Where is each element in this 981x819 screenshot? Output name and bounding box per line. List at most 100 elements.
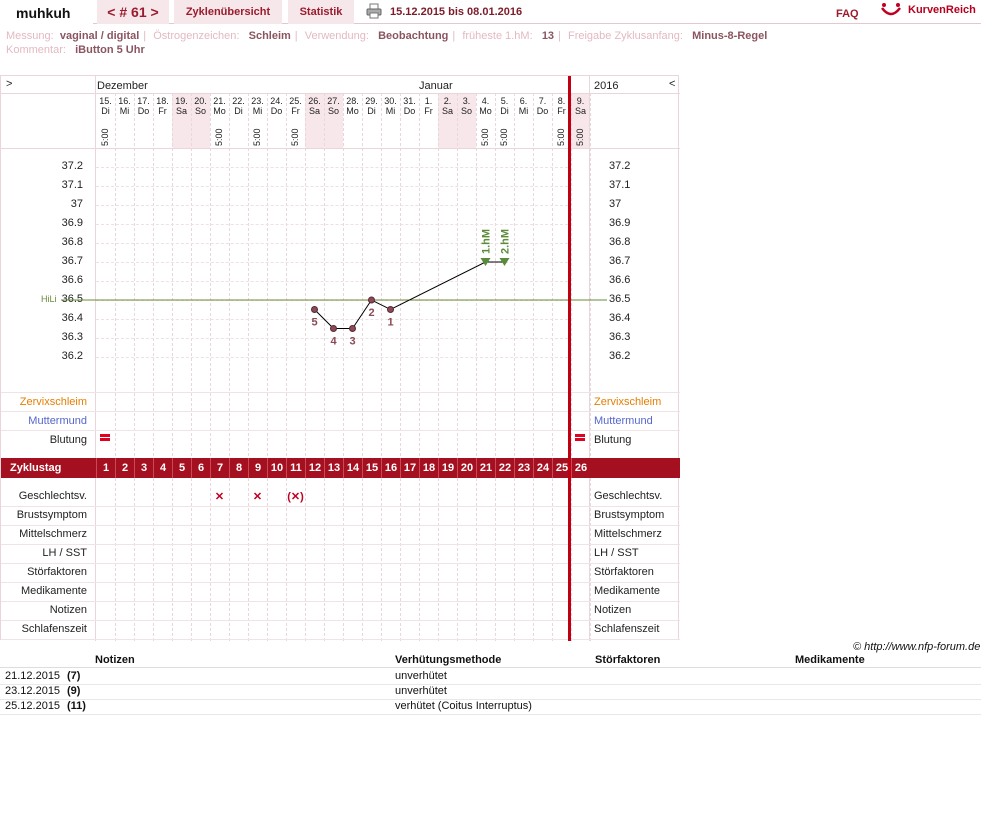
row-label-right[interactable]: Notizen xyxy=(594,604,631,616)
cycle-day-number[interactable]: 11 xyxy=(286,458,305,478)
cycle-day-number[interactable]: 17 xyxy=(400,458,419,478)
row-divider xyxy=(1,430,680,431)
notes-cell-method: unverhütet xyxy=(395,670,447,682)
temp-point-label: 1 xyxy=(387,317,393,329)
meta-key-freigabe: Freigabe Zyklusanfang: xyxy=(567,30,683,42)
row-label-left[interactable]: Muttermund xyxy=(1,415,87,427)
notes-cell-method: verhütet (Coitus Interruptus) xyxy=(395,700,532,712)
cycle-day-number[interactable]: 10 xyxy=(267,458,286,478)
temp-point xyxy=(368,296,375,304)
intercourse-marker[interactable]: ✕ xyxy=(248,490,267,503)
cycle-day-number[interactable]: 16 xyxy=(381,458,400,478)
date-range: 15.12.2015 bis 08.01.2016 xyxy=(390,6,523,18)
cycle-day-number[interactable]: 2 xyxy=(115,458,134,478)
row-divider xyxy=(1,525,680,526)
notes-row-divider xyxy=(0,684,981,685)
cycle-day-number[interactable]: 5 xyxy=(172,458,191,478)
cycle-day-number[interactable]: 26 xyxy=(571,458,590,478)
meta-line-1: Messung: vaginal / digital | Östrogenzeic… xyxy=(6,30,768,42)
copyright[interactable]: © http://www.nfp-forum.de xyxy=(853,641,980,653)
cycle-day-number[interactable]: 13 xyxy=(324,458,343,478)
row-divider xyxy=(1,563,680,564)
cycle-day-number[interactable]: 9 xyxy=(248,458,267,478)
row-label-left[interactable]: Medikamente xyxy=(1,585,87,597)
row-label-right[interactable]: LH / SST xyxy=(594,547,639,559)
temp-line xyxy=(314,261,505,329)
meta-value-verwendung: Beobachtung xyxy=(378,30,449,42)
notes-cell-date: 23.12.2015 xyxy=(5,685,61,697)
row-label-right[interactable]: Störfaktoren xyxy=(594,566,654,578)
logo-text: KurvenReich xyxy=(908,4,976,16)
cycle-day-number[interactable]: 21 xyxy=(476,458,495,478)
cycle-day-number[interactable]: 12 xyxy=(305,458,324,478)
faq-link[interactable]: FAQ xyxy=(836,8,859,20)
header-stoerfaktoren: Störfaktoren xyxy=(595,654,661,666)
meta-value-freigabe: Minus-8-Regel xyxy=(692,30,768,42)
cycle-nav-button[interactable]: < # 61 > xyxy=(97,0,169,24)
row-label-left[interactable]: Mittelschmerz xyxy=(1,528,87,540)
cycle-day-number[interactable]: 6 xyxy=(191,458,210,478)
temp-point xyxy=(311,306,318,313)
meta-key-messung: Messung: xyxy=(6,30,54,42)
peak-label: 2.hM xyxy=(500,229,512,254)
temp-point-label: 3 xyxy=(349,336,355,348)
notes-cell-date: 21.12.2015 xyxy=(5,670,61,682)
peak-label: 1.hM xyxy=(481,229,493,254)
meta-value-oestro: Schleim xyxy=(248,30,291,42)
row-label-right[interactable]: Brustsymptom xyxy=(594,509,664,521)
row-label-right[interactable]: Blutung xyxy=(594,434,631,446)
row-divider xyxy=(1,544,680,545)
logo[interactable]: KurvenReich xyxy=(880,2,980,20)
meta-key-kommentar: Kommentar: xyxy=(6,44,66,56)
cycle-day-number[interactable]: 18 xyxy=(419,458,438,478)
intercourse-marker[interactable]: (✕) xyxy=(286,490,305,503)
cycle-day-number[interactable]: 23 xyxy=(514,458,533,478)
meta-key-hm: früheste 1.hM: xyxy=(462,30,533,42)
tab-cycle-overview[interactable]: Zyklenübersicht xyxy=(174,0,282,24)
meta-value-messung: vaginal / digital xyxy=(59,30,140,42)
row-label-right[interactable]: Schlafenszeit xyxy=(594,623,659,635)
cycle-day-number[interactable]: 20 xyxy=(457,458,476,478)
row-label-right[interactable]: Mittelschmerz xyxy=(594,528,662,540)
cycle-day-number[interactable]: 4 xyxy=(153,458,172,478)
cycle-day-number[interactable]: 7 xyxy=(210,458,229,478)
row-divider xyxy=(1,639,680,640)
bleeding-marker[interactable] xyxy=(575,434,585,441)
cycle-day-number[interactable]: 15 xyxy=(362,458,381,478)
cycle-day-number[interactable]: 24 xyxy=(533,458,552,478)
row-label-right[interactable]: Geschlechtsv. xyxy=(594,490,662,502)
cycle-day-number[interactable]: 8 xyxy=(229,458,248,478)
row-label-left[interactable]: Brustsymptom xyxy=(1,509,87,521)
row-label-right[interactable]: Muttermund xyxy=(594,415,653,427)
cycle-day-number[interactable]: 22 xyxy=(495,458,514,478)
username: muhkuh xyxy=(0,0,93,24)
printer-icon[interactable] xyxy=(366,3,382,19)
today-marker xyxy=(568,76,571,641)
row-label-left[interactable]: Zervixschleim xyxy=(1,396,87,408)
row-label-left[interactable]: Blutung xyxy=(1,434,87,446)
tab-statistics[interactable]: Statistik xyxy=(288,0,354,24)
cycle-day-number[interactable]: 14 xyxy=(343,458,362,478)
cycle-day-label: Zyklustag xyxy=(10,462,62,474)
row-label-left[interactable]: Notizen xyxy=(1,604,87,616)
notes-cell-day: (7) xyxy=(67,670,81,682)
row-label-right[interactable]: Medikamente xyxy=(594,585,660,597)
meta-line-2: Kommentar: iButton 5 Uhr xyxy=(6,44,145,56)
intercourse-marker[interactable]: ✕ xyxy=(210,490,229,503)
row-label-left[interactable]: Geschlechtsv. xyxy=(1,490,87,502)
row-label-left[interactable]: LH / SST xyxy=(1,547,87,559)
notes-cell-method: unverhütet xyxy=(395,685,447,697)
row-divider xyxy=(1,601,680,602)
cycle-day-bar: Zyklustag 1 2 3 4 5 6 7 8 9 10 11 12 13 14 15 16 17 18 19 2… xyxy=(1,458,680,478)
row-divider xyxy=(1,582,680,583)
row-label-left[interactable]: Schlafenszeit xyxy=(1,623,87,635)
row-label-left[interactable]: Störfaktoren xyxy=(1,566,87,578)
top-bar: muhkuh < # 61 > Zyklenübersicht Statisti… xyxy=(0,0,981,24)
notes-cell-date: 25.12.2015 xyxy=(5,700,61,712)
row-divider xyxy=(1,411,680,412)
cycle-day-number[interactable]: 1 xyxy=(96,458,115,478)
bleeding-marker[interactable] xyxy=(100,434,110,441)
row-label-right[interactable]: Zervixschleim xyxy=(594,396,661,408)
cycle-day-number[interactable]: 3 xyxy=(134,458,153,478)
cycle-day-number[interactable]: 19 xyxy=(438,458,457,478)
